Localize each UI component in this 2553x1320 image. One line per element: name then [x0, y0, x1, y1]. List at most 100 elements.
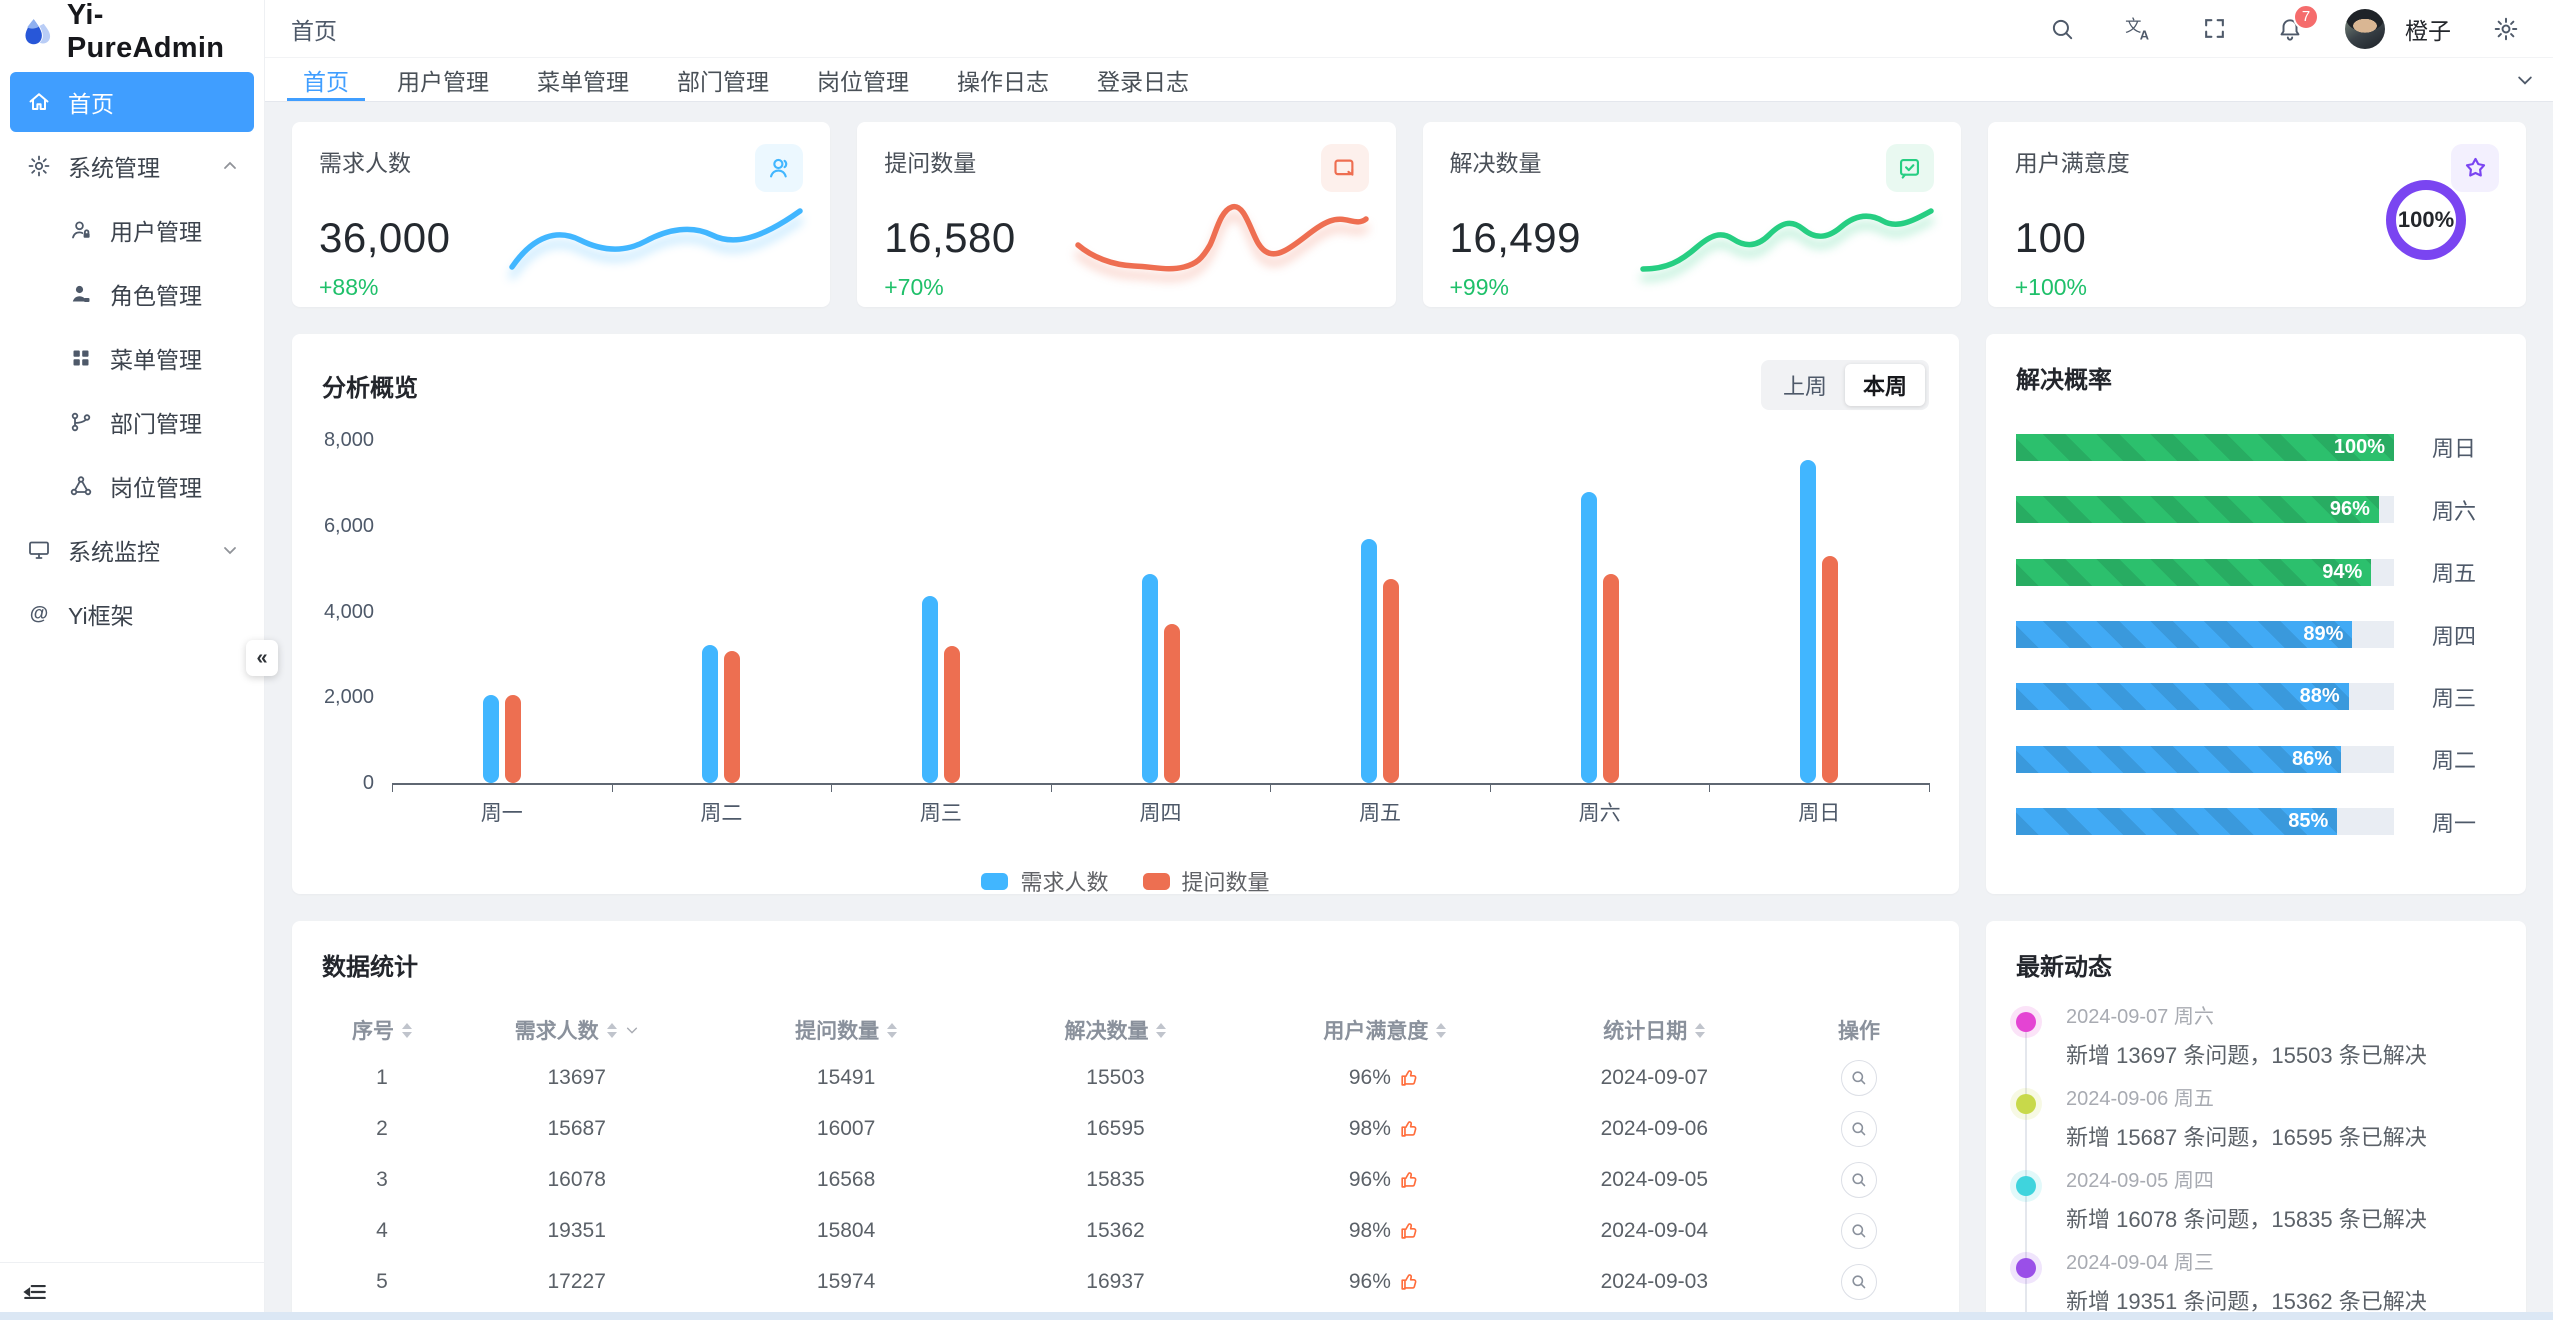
translate-icon[interactable]: 文A — [2117, 8, 2159, 50]
sort-caret-icon[interactable] — [1156, 1023, 1166, 1038]
legend-item-questions[interactable]: 提问数量 — [1143, 865, 1270, 897]
sort-desc-icon[interactable] — [1156, 1032, 1166, 1038]
stat-card-demand: 需求人数 36,000 +88% — [292, 122, 830, 307]
sidebar-item-user-mgmt[interactable]: 用户管理 — [10, 200, 254, 260]
progress-value: 88% — [2300, 683, 2340, 710]
user-lock-icon — [68, 217, 94, 243]
table-cell: 2024-09-05 — [1520, 1168, 1789, 1192]
row-view-button[interactable] — [1841, 1162, 1877, 1198]
solve-row-周四: 89%周四 — [2016, 619, 2496, 651]
tab-用户管理[interactable]: 用户管理 — [373, 58, 513, 101]
sidebar-item-dept-mgmt[interactable]: 部门管理 — [10, 392, 254, 452]
sidebar-item-post-mgmt[interactable]: 岗位管理 — [10, 456, 254, 516]
row-view-button[interactable] — [1841, 1264, 1877, 1300]
sort-asc-icon[interactable] — [1695, 1023, 1705, 1029]
sidebar-item-home[interactable]: 首页 — [10, 72, 254, 132]
sort-caret-icon[interactable] — [887, 1023, 897, 1038]
tab-部门管理[interactable]: 部门管理 — [653, 58, 793, 101]
progress-value: 94% — [2322, 559, 2362, 586]
home-icon — [26, 89, 52, 115]
logo[interactable]: Yi-PureAdmin — [0, 0, 264, 64]
solve-row-周二: 86%周二 — [2016, 743, 2496, 775]
y-tick-label: 6,000 — [324, 515, 374, 538]
column-header-label: 统计日期 — [1603, 1015, 1687, 1045]
bell-icon[interactable]: 7 — [2269, 8, 2311, 50]
tabs-chevron-down-icon[interactable] — [2497, 58, 2553, 101]
fullscreen-icon[interactable] — [2193, 8, 2235, 50]
solve-row-周一: 85%周一 — [2016, 806, 2496, 838]
column-header-需求人数[interactable]: 需求人数 — [442, 1015, 711, 1045]
legend-label: 需求人数 — [1020, 865, 1108, 897]
column-header-提问数量[interactable]: 提问数量 — [711, 1015, 980, 1045]
chart-title: 分析概览 — [322, 368, 418, 403]
bar-提问数量-周二 — [724, 651, 740, 783]
row-view-button[interactable] — [1841, 1111, 1877, 1147]
grid-icon — [68, 345, 94, 371]
y-tick-label: 2,000 — [324, 686, 374, 709]
y-tick-label: 4,000 — [324, 601, 374, 624]
sort-asc-icon[interactable] — [1436, 1023, 1446, 1029]
this-week-button[interactable]: 本周 — [1845, 364, 1925, 406]
sort-asc-icon[interactable] — [887, 1023, 897, 1029]
table-cell: 96% — [1250, 1270, 1519, 1294]
sidebar-collapse-fab[interactable]: « — [246, 640, 278, 676]
breadcrumb[interactable]: 首页 — [291, 12, 337, 46]
sidebar-item-monitor[interactable]: 系统监控 — [10, 520, 254, 580]
sort-caret-icon[interactable] — [1436, 1023, 1446, 1038]
sidebar-item-yi-framework[interactable]: @ Yi框架 — [10, 584, 254, 644]
search-icon[interactable] — [2041, 8, 2083, 50]
column-header-统计日期[interactable]: 统计日期 — [1520, 1015, 1789, 1045]
table-cell: 4 — [322, 1219, 442, 1243]
column-header-用户满意度[interactable]: 用户满意度 — [1250, 1015, 1519, 1045]
legend-item-demand[interactable]: 需求人数 — [981, 865, 1108, 897]
progress-track: 86% — [2016, 746, 2394, 773]
sort-asc-icon[interactable] — [402, 1023, 412, 1029]
username[interactable]: 橙子 — [2405, 12, 2451, 46]
sidebar-item-role-mgmt[interactable]: 角色管理 — [10, 264, 254, 324]
sort-caret-icon[interactable] — [402, 1023, 412, 1038]
progress-value: 85% — [2288, 808, 2328, 835]
gear-icon[interactable] — [2485, 8, 2527, 50]
tab-岗位管理[interactable]: 岗位管理 — [793, 58, 933, 101]
timeline-date: 2024-09-06 周五 — [2066, 1082, 2496, 1111]
bar-需求人数-周五 — [1361, 539, 1377, 783]
solve-row-周日: 100%周日 — [2016, 431, 2496, 463]
sort-desc-icon[interactable] — [402, 1032, 412, 1038]
sidebar-item-menu-mgmt[interactable]: 菜单管理 — [10, 328, 254, 388]
week-segmented-control: 上周 本周 — [1761, 360, 1929, 410]
content: 需求人数 36,000 +88% 提问 — [265, 102, 2553, 1320]
avatar[interactable] — [2345, 9, 2385, 49]
sort-caret-icon[interactable] — [1695, 1023, 1705, 1038]
table-cell-actions — [1789, 1111, 1929, 1147]
solve-row-周三: 88%周三 — [2016, 681, 2496, 713]
table-cell: 3 — [322, 1168, 442, 1192]
tab-首页[interactable]: 首页 — [279, 58, 373, 101]
column-header-解决数量[interactable]: 解决数量 — [981, 1015, 1250, 1045]
table-cell: 16007 — [711, 1117, 980, 1141]
sort-desc-icon[interactable] — [607, 1032, 617, 1038]
sort-desc-icon[interactable] — [887, 1032, 897, 1038]
sort-desc-icon[interactable] — [1695, 1032, 1705, 1038]
sort-asc-icon[interactable] — [607, 1023, 617, 1029]
x-axis-labels: 周一周二周三周四周五周六周日 — [392, 785, 1929, 825]
row-view-button[interactable] — [1841, 1213, 1877, 1249]
filter-chevron-icon[interactable] — [625, 1023, 639, 1037]
row-view-button[interactable] — [1841, 1060, 1877, 1096]
tab-登录日志[interactable]: 登录日志 — [1073, 58, 1213, 101]
solve-bar-list: 100%周日96%周六94%周五89%周四88%周三86%周二85%周一 — [2016, 401, 2496, 868]
sort-asc-icon[interactable] — [1156, 1023, 1166, 1029]
collapse-sidebar-icon[interactable] — [22, 1279, 48, 1305]
last-week-button[interactable]: 上周 — [1765, 364, 1845, 406]
sort-caret-icon[interactable] — [607, 1023, 617, 1038]
table-cell: 15974 — [711, 1270, 980, 1294]
horizontal-scrollbar[interactable] — [0, 1312, 2553, 1320]
stat-card-satisfaction: 用户满意度 100 +100% 100% — [1988, 122, 2526, 307]
sidebar-item-system[interactable]: 系统管理 — [10, 136, 254, 196]
satisfaction-value: 96% — [1349, 1066, 1391, 1090]
tab-操作日志[interactable]: 操作日志 — [933, 58, 1073, 101]
solve-title: 解决概率 — [2016, 360, 2496, 395]
tab-菜单管理[interactable]: 菜单管理 — [513, 58, 653, 101]
sort-desc-icon[interactable] — [1436, 1032, 1446, 1038]
column-header-序号[interactable]: 序号 — [322, 1015, 442, 1045]
timeline-dot — [2016, 1012, 2036, 1032]
